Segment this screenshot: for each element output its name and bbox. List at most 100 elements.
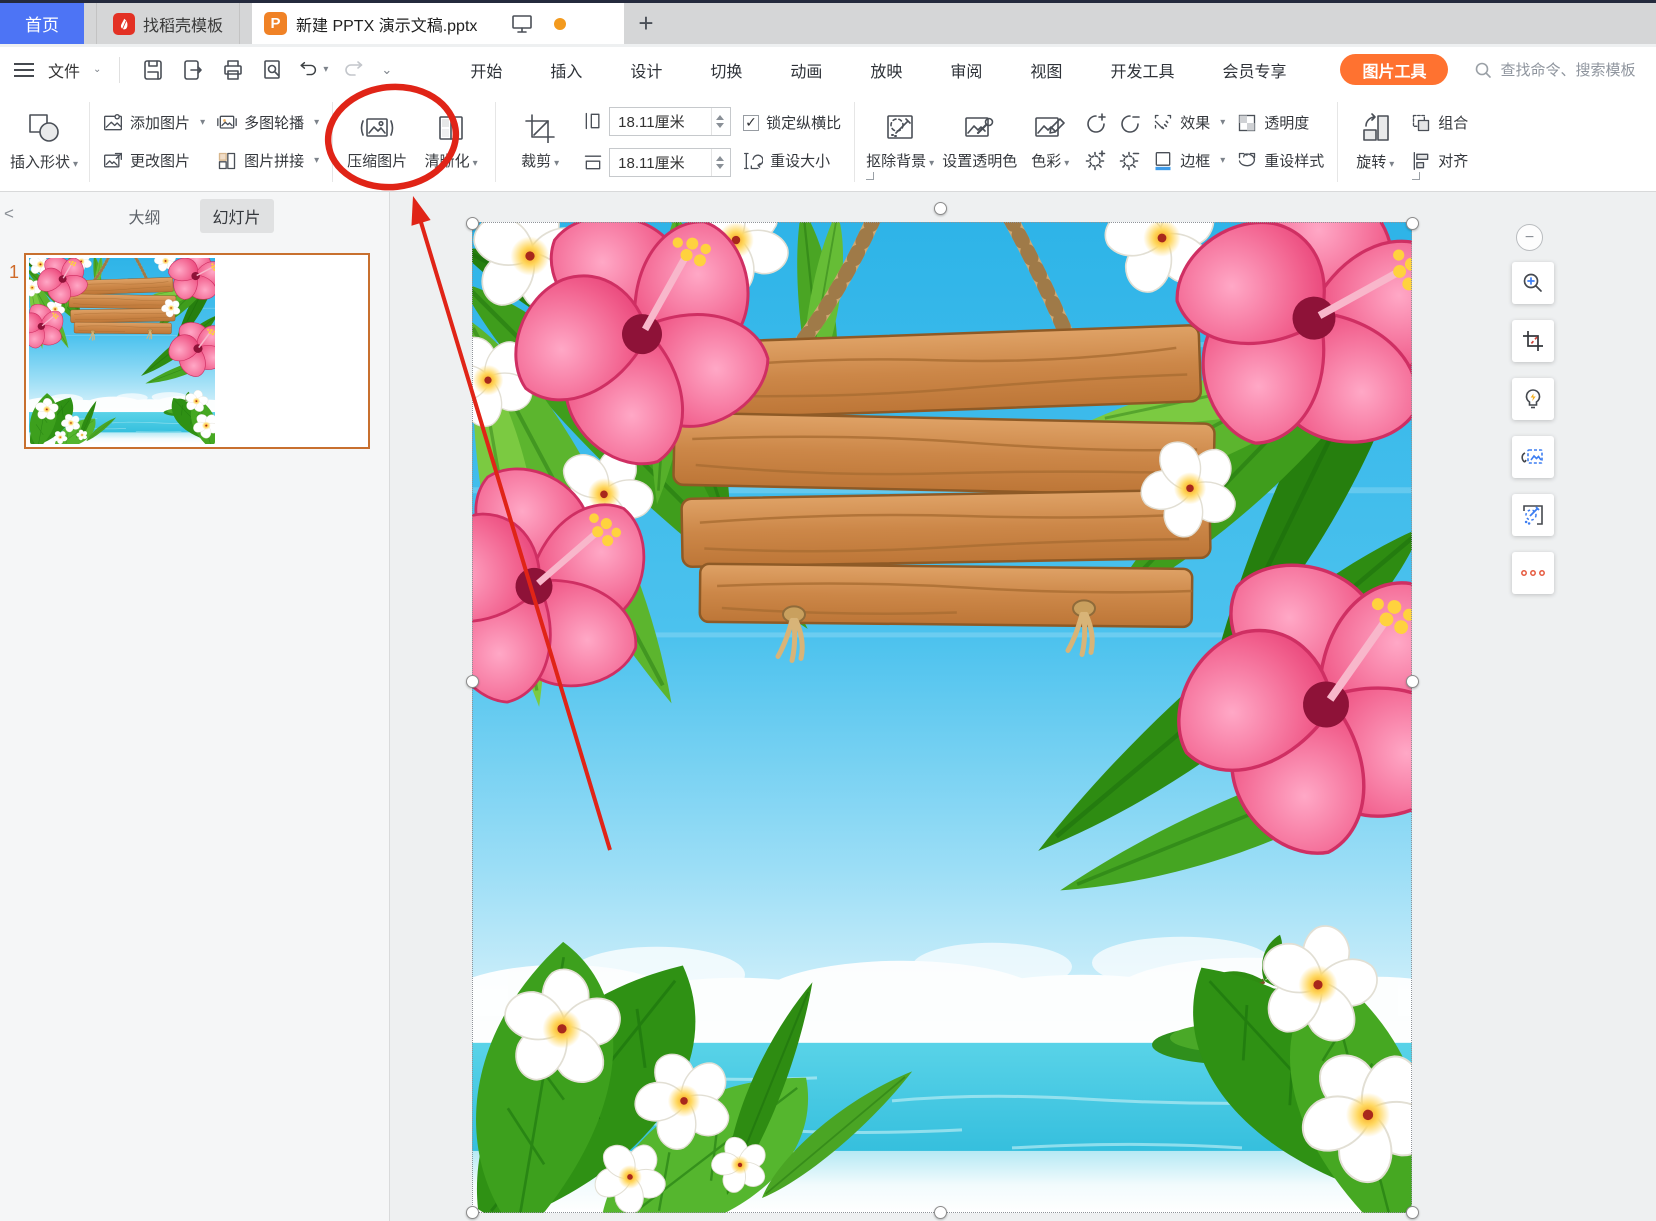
insert-shape-label: 插入形状▾: [10, 151, 78, 172]
clarify-label: 清晰化▾: [425, 150, 478, 171]
decrease-brightness-button[interactable]: [1116, 146, 1144, 174]
divider: [119, 57, 120, 83]
tab-docer-templates[interactable]: 找稻壳模板: [96, 3, 240, 44]
decrease-contrast-button[interactable]: [1116, 110, 1144, 138]
selected-picture[interactable]: [472, 222, 1412, 1213]
group-dialog-launcher[interactable]: [866, 172, 874, 180]
crop-button[interactable]: 裁剪▾: [503, 98, 577, 186]
resize-handle-bottom-left[interactable]: [466, 1206, 479, 1219]
export-button[interactable]: [178, 55, 208, 85]
print-button[interactable]: [218, 55, 248, 85]
ribbon-tabs: 开始 插入 设计 切换 动画 放映 审阅 视图 开发工具 会员专享: [446, 48, 1310, 92]
width-value: 18.11厘米: [618, 152, 684, 173]
height-spinner[interactable]: [711, 108, 728, 135]
file-menu[interactable]: 文件: [48, 58, 80, 82]
picture-collage-label: 图片拼接: [244, 150, 304, 171]
hamburger-icon[interactable]: [14, 63, 34, 77]
reset-size-button[interactable]: 重设大小: [743, 148, 841, 174]
unsaved-dot-icon: [554, 18, 566, 30]
change-picture-label: 更改图片: [130, 150, 190, 171]
rotate-label: 旋转▾: [1356, 151, 1394, 172]
add-picture-button[interactable]: 添加图片▾: [103, 110, 205, 136]
resize-handle-bottom-center[interactable]: [934, 1206, 947, 1219]
multi-carousel-label: 多图轮播: [244, 112, 304, 133]
tab-docer-label: 找稻壳模板: [143, 12, 223, 36]
set-transparent-color-button[interactable]: 设置透明色: [938, 98, 1021, 186]
tab-slides[interactable]: 幻灯片: [200, 199, 274, 233]
tab-transition[interactable]: 切换: [686, 48, 766, 92]
group-dialog-launcher[interactable]: [1412, 172, 1420, 180]
set-transparent-color-label: 设置透明色: [942, 150, 1017, 171]
new-tab-button[interactable]: +: [624, 3, 668, 44]
divider: [89, 102, 90, 182]
width-spinner[interactable]: [711, 149, 728, 176]
undo-button[interactable]: ▾: [298, 55, 328, 85]
redo-button[interactable]: [338, 55, 368, 85]
resize-handle-bottom-right[interactable]: [1406, 1206, 1419, 1219]
height-icon: [583, 110, 603, 132]
collapse-panel-button[interactable]: <: [4, 204, 14, 224]
tab-document[interactable]: P 新建 PPTX 演示文稿.pptx: [252, 3, 624, 44]
collapse-toolbar-button[interactable]: −: [1516, 224, 1543, 251]
resize-handle-middle-right[interactable]: [1406, 675, 1419, 688]
resize-handle-top-right[interactable]: [1406, 217, 1419, 230]
tab-design[interactable]: 设计: [606, 48, 686, 92]
effects-button[interactable]: 效果▾: [1153, 110, 1225, 136]
zoom-button[interactable]: [1512, 262, 1554, 304]
resize-handle-middle-left[interactable]: [466, 675, 479, 688]
clarify-button[interactable]: 清晰化▾: [414, 98, 488, 186]
crop-tool-button[interactable]: [1512, 320, 1554, 362]
lock-aspect-label: 锁定纵横比: [766, 112, 841, 133]
border-button[interactable]: 边框▾: [1153, 148, 1225, 174]
tab-slideshow[interactable]: 放映: [846, 48, 926, 92]
toolbar-options-chevron-icon[interactable]: ⌄: [381, 62, 392, 78]
color-label: 色彩▾: [1031, 150, 1069, 171]
chevron-down-icon[interactable]: ⌄: [93, 64, 101, 75]
replace-image-button[interactable]: [1512, 436, 1554, 478]
smart-beautify-button[interactable]: [1512, 494, 1554, 536]
document-title: 新建 PPTX 演示文稿.pptx: [296, 12, 477, 36]
height-input[interactable]: 18.11厘米: [609, 107, 731, 136]
increase-contrast-button[interactable]: [1082, 110, 1110, 138]
resize-handle-top-center[interactable]: [934, 202, 947, 215]
add-picture-label: 添加图片: [130, 112, 190, 133]
tab-review[interactable]: 审阅: [926, 48, 1006, 92]
color-button[interactable]: 色彩▾: [1021, 98, 1079, 186]
change-picture-button[interactable]: 更改图片: [103, 148, 205, 174]
present-on-display-icon[interactable]: [510, 13, 534, 35]
reset-style-button[interactable]: 重设样式: [1237, 148, 1324, 174]
resize-handle-top-left[interactable]: [466, 217, 479, 230]
multi-picture-carousel-button[interactable]: 多图轮播▾: [217, 110, 319, 136]
divider: [332, 102, 333, 182]
group-button[interactable]: 组合: [1411, 110, 1468, 136]
tab-start[interactable]: 开始: [446, 48, 526, 92]
transparency-button[interactable]: 透明度: [1237, 110, 1324, 136]
width-input[interactable]: 18.11厘米: [609, 148, 731, 177]
save-button[interactable]: [138, 55, 168, 85]
align-button[interactable]: 对齐: [1411, 148, 1468, 174]
effects-label: 效果: [1180, 112, 1210, 133]
tab-outline[interactable]: 大纲: [115, 199, 173, 233]
slide-number: 1: [9, 262, 19, 283]
plus-icon: +: [638, 8, 653, 39]
picture-collage-button[interactable]: 图片拼接▾: [217, 148, 319, 174]
tab-membership[interactable]: 会员专享: [1198, 48, 1310, 92]
tab-picture-tools[interactable]: 图片工具: [1340, 54, 1448, 85]
smart-tips-button[interactable]: [1512, 378, 1554, 420]
tab-dev-tools[interactable]: 开发工具: [1086, 48, 1198, 92]
slide-thumbnail[interactable]: [24, 253, 370, 449]
tab-insert[interactable]: 插入: [526, 48, 606, 92]
tab-view[interactable]: 视图: [1006, 48, 1086, 92]
rotate-button[interactable]: 旋转▾: [1345, 98, 1405, 186]
slide-panel: < 大纲 幻灯片 1: [0, 192, 390, 1221]
tab-animation[interactable]: 动画: [766, 48, 846, 92]
compress-picture-button[interactable]: 压缩图片: [340, 98, 414, 186]
insert-shape-button[interactable]: 插入形状▾: [6, 98, 82, 186]
print-preview-button[interactable]: [258, 55, 288, 85]
lock-aspect-ratio-checkbox[interactable]: 锁定纵横比: [743, 110, 841, 136]
increase-brightness-button[interactable]: [1082, 146, 1110, 174]
command-search-input[interactable]: 查找命令、搜索模板: [1474, 59, 1635, 80]
tab-home[interactable]: 首页: [0, 3, 84, 44]
more-tools-button[interactable]: [1512, 552, 1554, 594]
picture-tools-label: 图片工具: [1362, 58, 1426, 82]
